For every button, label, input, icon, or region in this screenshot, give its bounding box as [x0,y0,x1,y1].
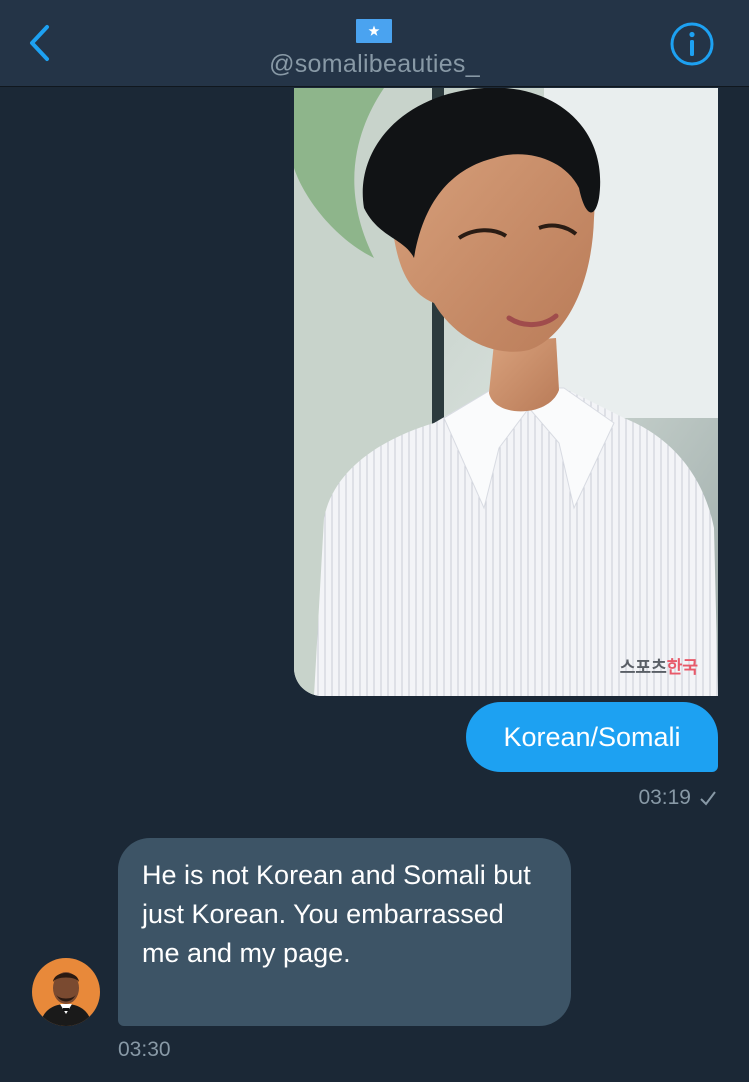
incoming-message-bubble[interactable]: He is not Korean and Somali but just Kor… [118,838,571,1026]
outgoing-message-bubble[interactable]: Korean/Somali [466,702,718,772]
conversation-header: @somalibeauties_ [0,0,749,87]
incoming-message-time: 03:30 [118,1038,171,1061]
info-button[interactable] [669,21,715,67]
somali-flag-icon [356,19,392,43]
outgoing-message-meta: 03:19 [638,786,717,810]
info-circle-icon [670,22,714,66]
checkmark-icon [700,791,716,806]
incoming-message-text: He is not Korean and Somali but just Kor… [142,860,531,968]
outgoing-message-text: Korean/Somali [503,721,681,752]
message-image[interactable]: 스포츠한국 [294,88,718,696]
avatar[interactable] [32,958,100,1026]
outgoing-message-time: 03:19 [638,786,691,809]
conversation-handle[interactable]: @somalibeauties_ [0,50,749,79]
image-watermark: 스포츠한국 [619,658,698,677]
